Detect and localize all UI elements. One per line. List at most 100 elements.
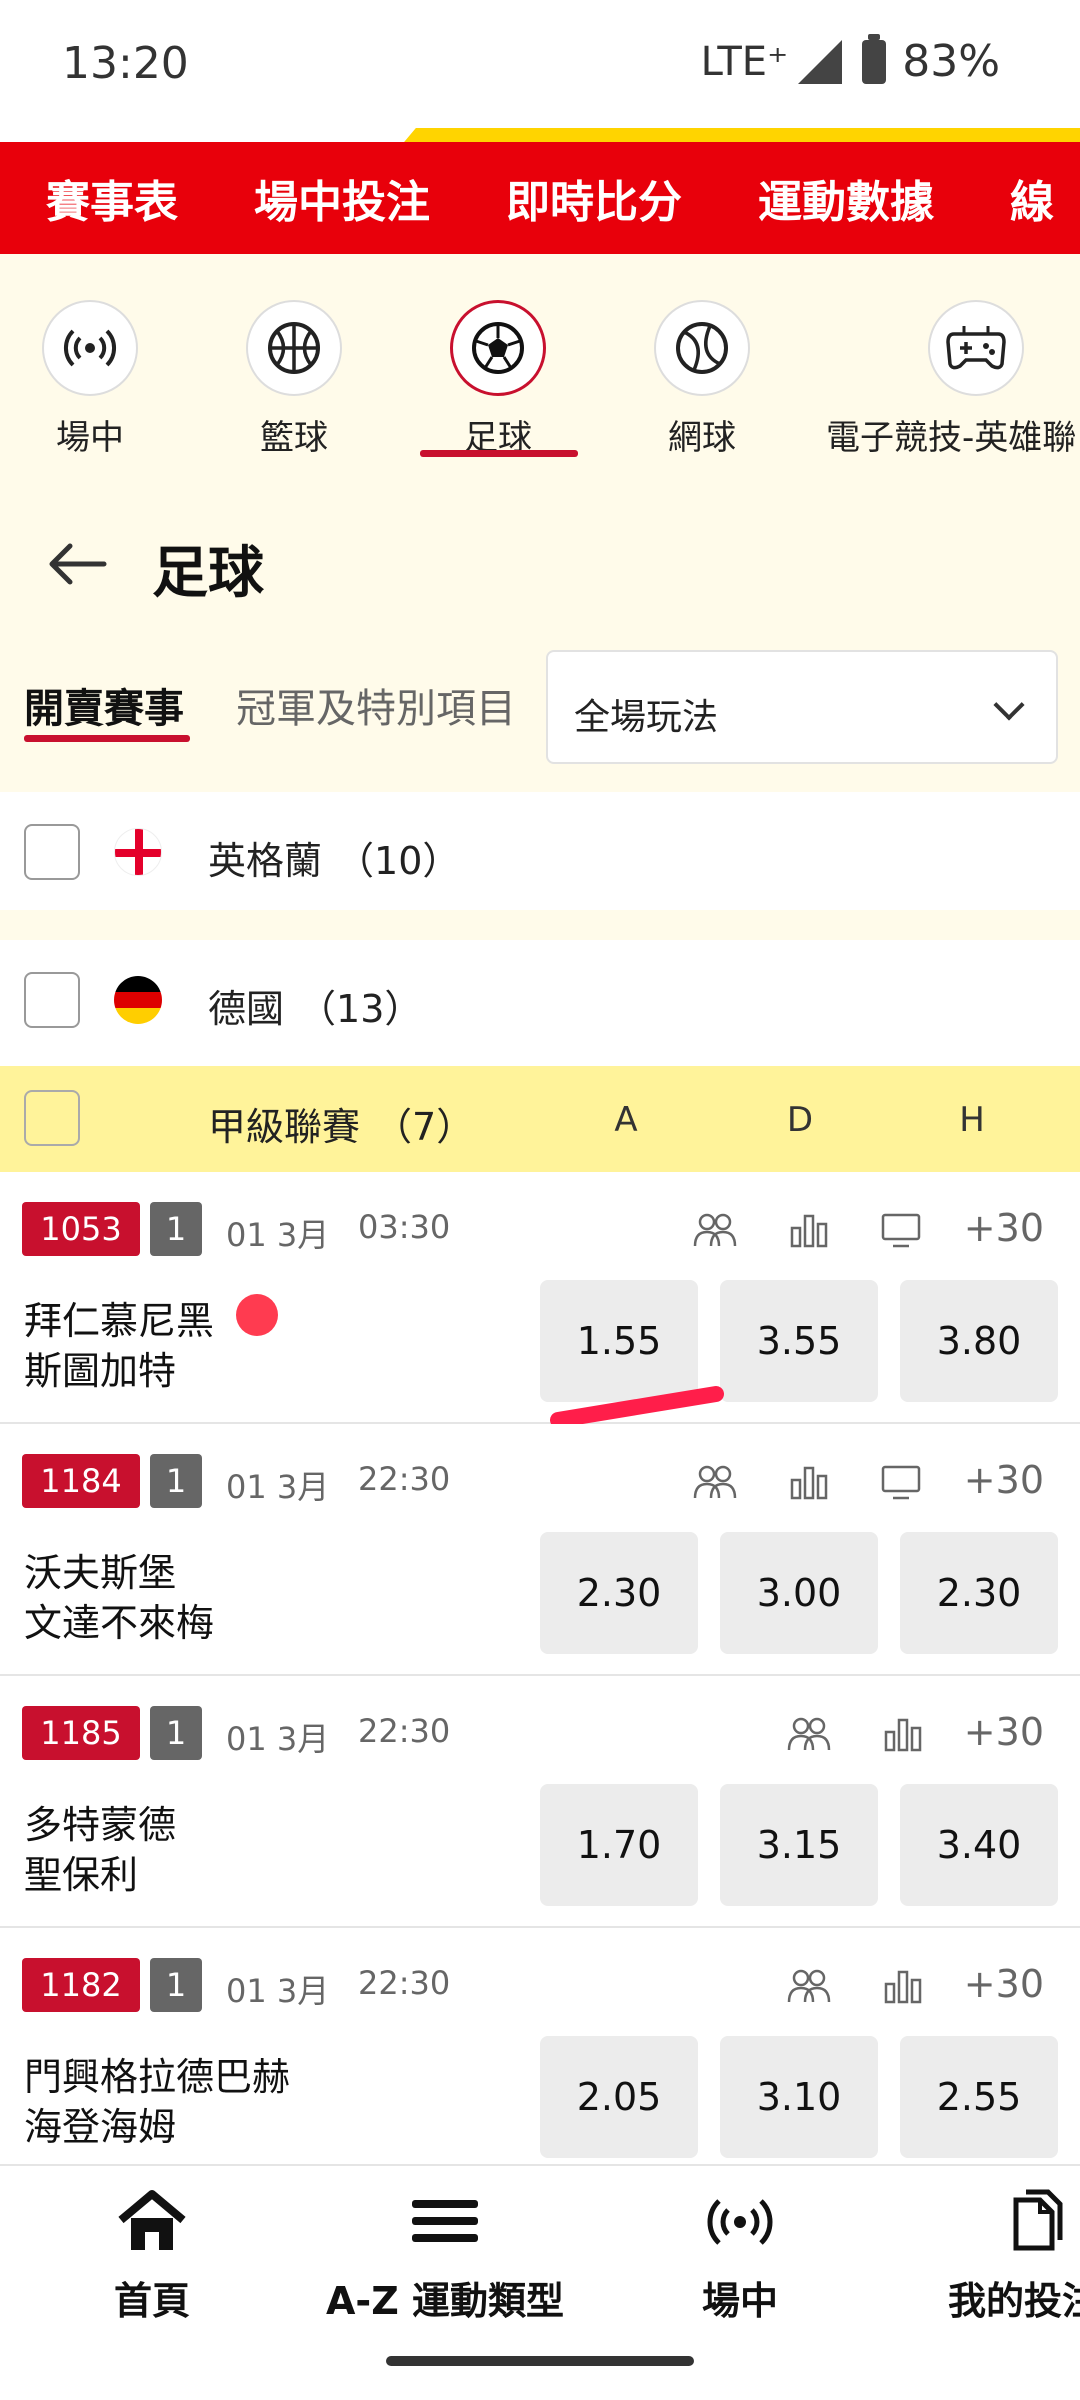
match-row: 1184 1 01 3月 22:30 +30 沃夫斯堡 文達不來梅 2.30 3… (0, 1424, 1080, 1676)
match-date: 01 3月 (226, 1972, 330, 2010)
country-row-england[interactable]: 英格蘭 （10） (0, 792, 1080, 910)
match-date: 01 3月 (226, 1720, 330, 1758)
country-checkbox[interactable] (24, 824, 80, 880)
active-sport-indicator (420, 450, 578, 457)
country-row-germany[interactable]: 德國 （13） (0, 940, 1080, 1058)
sport-item-soccer[interactable]: 足球 (398, 300, 598, 459)
sport-item-live[interactable]: 場中 (0, 300, 190, 459)
bottom-nav-live[interactable]: 場中 (680, 2186, 800, 2325)
sport-item-esports[interactable]: 電子競技-英雄聯 (826, 300, 1080, 459)
home-team: 多特蒙德 (24, 1803, 177, 1847)
sport-label: 籃球 (260, 418, 328, 458)
league-header[interactable]: 甲級聯賽 （7） A D H (0, 1066, 1080, 1172)
lineup-icon[interactable] (786, 1714, 832, 1754)
match-number: 1185 (22, 1706, 140, 1760)
more-markets[interactable]: +30 (964, 1962, 1044, 2006)
topnav-fixtures[interactable]: 賽事表 (46, 166, 178, 230)
bottom-nav-my-bets[interactable]: 我的投注 (948, 2186, 1080, 2325)
menu-icon (412, 2200, 478, 2242)
sport-label: 網球 (668, 418, 736, 458)
home-team: 門興格拉德巴赫 (24, 2055, 291, 2099)
bottom-nav-label: A-Z 運動類型 (326, 2279, 564, 2323)
away-team: 斯圖加特 (24, 1349, 177, 1393)
match-date: 01 3月 (226, 1216, 330, 1254)
sport-item-tennis[interactable]: 網球 (602, 300, 802, 459)
odds-button-h[interactable]: 2.30 (900, 1532, 1058, 1654)
gamepad-icon (928, 300, 1024, 396)
bottom-nav-home[interactable]: 首頁 (92, 2186, 212, 2325)
stats-icon[interactable] (786, 1462, 832, 1502)
top-nav: 賽事表 場中投注 即時比分 運動數據 線 (0, 142, 1080, 254)
match-time: 03:30 (358, 1208, 451, 1246)
match-row: 1053 1 01 3月 03:30 +30 拜仁慕尼黑 斯圖加特 1.55 3… (0, 1172, 1080, 1424)
more-markets[interactable]: +30 (964, 1206, 1044, 1250)
decorative-stripe (430, 128, 1080, 142)
odds-button-a[interactable]: 2.05 (540, 2036, 698, 2158)
tennis-ball-icon (654, 300, 750, 396)
tab-open-matches[interactable]: 開賣賽事 (24, 676, 184, 734)
stats-icon[interactable] (880, 1714, 926, 1754)
topnav-inplay[interactable]: 場中投注 (254, 166, 430, 230)
topnav-more[interactable]: 線 (1010, 166, 1054, 230)
odds-button-d[interactable]: 3.15 (720, 1784, 878, 1906)
odds-button-d[interactable]: 3.00 (720, 1532, 878, 1654)
bottom-nav: 首頁 A-Z 運動類型 場中 我的投注 (0, 2164, 1080, 2334)
match-row: 1182 1 01 3月 22:30 +30 門興格拉德巴赫 海登海姆 2.05… (0, 1928, 1080, 2180)
soccer-ball-icon (450, 300, 546, 396)
bottom-nav-az-sports[interactable]: A-Z 運動類型 (320, 2186, 570, 2325)
england-flag-icon (114, 828, 162, 876)
section-gap (0, 910, 1080, 940)
home-team: 沃夫斯堡 (24, 1551, 177, 1595)
topnav-live-scores[interactable]: 即時比分 (506, 166, 682, 230)
odds-button-d[interactable]: 3.10 (720, 2036, 878, 2158)
tv-icon[interactable] (878, 1210, 924, 1250)
battery-level: 83% (902, 36, 1000, 87)
stats-icon[interactable] (786, 1210, 832, 1250)
stats-icon[interactable] (880, 1966, 926, 2006)
tab-outrights-specials[interactable]: 冠軍及特別項目 (236, 676, 516, 734)
country-checkbox[interactable] (24, 972, 80, 1028)
home-team: 拜仁慕尼黑 (24, 1299, 215, 1343)
chevron-down-icon (993, 689, 1025, 721)
gesture-home-bar[interactable] (386, 2356, 694, 2366)
match-day: 1 (150, 1958, 202, 2012)
odds-button-h[interactable]: 3.80 (900, 1280, 1058, 1402)
away-team: 海登海姆 (24, 2105, 177, 2149)
active-tab-indicator (24, 735, 190, 742)
more-markets[interactable]: +30 (964, 1710, 1044, 1754)
lineup-icon[interactable] (786, 1966, 832, 2006)
away-team: 聖保利 (24, 1853, 139, 1897)
odds-button-a[interactable]: 1.70 (540, 1784, 698, 1906)
match-number: 1184 (22, 1454, 140, 1508)
odds-button-a[interactable]: 2.30 (540, 1532, 698, 1654)
odds-button-d[interactable]: 3.55 (720, 1280, 878, 1402)
network-type: LTE⁺ (700, 38, 789, 85)
lineup-icon[interactable] (692, 1210, 738, 1250)
match-number: 1182 (22, 1958, 140, 2012)
league-name: 甲級聯賽 （7） (208, 1105, 475, 1149)
highlight-scribble (550, 1386, 724, 1428)
league-checkbox[interactable] (24, 1090, 80, 1146)
status-indicators: LTE⁺ 83% (700, 33, 1000, 87)
country-name: 德國 （13） (208, 987, 423, 1031)
live-broadcast-icon (42, 300, 138, 396)
back-arrow-icon[interactable] (44, 536, 108, 592)
tv-icon[interactable] (878, 1462, 924, 1502)
sport-label: 場中 (56, 418, 124, 458)
market-select-value: 全場玩法 (574, 697, 719, 738)
status-bar: 13:20 LTE⁺ 83% (0, 0, 1080, 128)
lineup-icon[interactable] (692, 1462, 738, 1502)
country-name: 英格蘭 （10） (208, 839, 461, 883)
more-markets[interactable]: +30 (964, 1458, 1044, 1502)
odds-button-h[interactable]: 2.55 (900, 2036, 1058, 2158)
topnav-sports-stats[interactable]: 運動數據 (758, 166, 934, 230)
bottom-nav-label: 我的投注 (948, 2279, 1080, 2323)
match-time: 22:30 (358, 1712, 451, 1750)
match-time: 22:30 (358, 1964, 451, 2002)
match-time: 22:30 (358, 1460, 451, 1498)
bottom-nav-label: 場中 (701, 2279, 778, 2323)
sport-item-basketball[interactable]: 籃球 (194, 300, 394, 459)
market-type-select[interactable]: 全場玩法 (546, 650, 1058, 764)
battery-icon (862, 33, 887, 84)
odds-button-h[interactable]: 3.40 (900, 1784, 1058, 1906)
